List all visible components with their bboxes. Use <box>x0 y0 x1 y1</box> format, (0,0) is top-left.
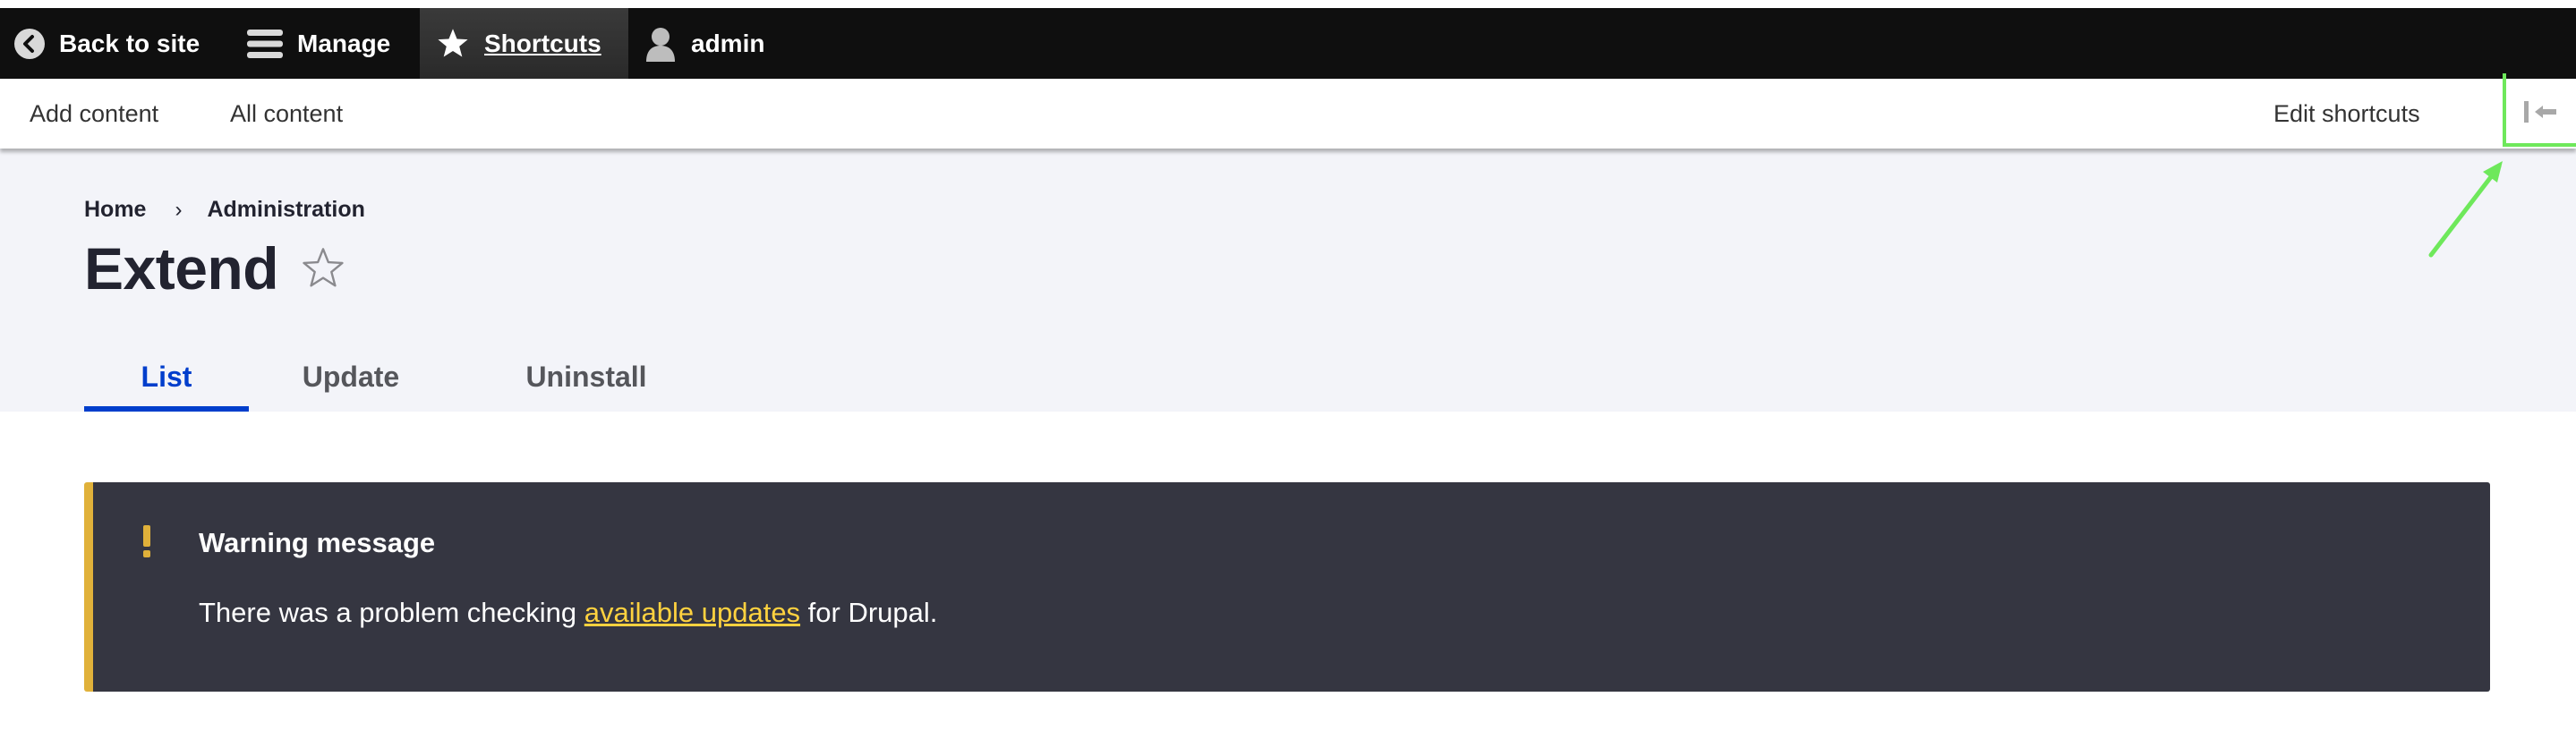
chevron-left-circle-icon <box>14 28 45 59</box>
user-icon <box>644 26 677 62</box>
back-to-site-link[interactable]: Back to site <box>14 8 200 79</box>
add-content-link[interactable]: Add content <box>30 79 158 149</box>
available-updates-link[interactable]: available updates <box>584 597 800 628</box>
warning-text-before: There was a problem checking <box>199 597 584 628</box>
star-icon <box>436 28 470 60</box>
warning-message-text: There was a problem checking available u… <box>199 597 937 629</box>
tab-list[interactable]: List <box>84 342 249 412</box>
tab-uninstall[interactable]: Uninstall <box>490 342 682 412</box>
admin-toolbar: Back to site Manage Shortcuts admin <box>0 0 2576 79</box>
page-header: Home › Administration Extend List Update… <box>0 149 2576 412</box>
hamburger-menu-icon <box>247 28 283 60</box>
warning-message-title: Warning message <box>199 527 436 558</box>
manage-label: Manage <box>297 29 391 57</box>
all-content-link[interactable]: All content <box>230 79 343 149</box>
collapse-tray-icon <box>2522 98 2560 130</box>
manage-menu-button[interactable]: Manage <box>247 8 390 79</box>
edit-shortcuts-link[interactable]: Edit shortcuts <box>2273 79 2420 149</box>
tab-update[interactable]: Update <box>274 342 428 412</box>
page-title: Extend <box>84 235 279 302</box>
warning-text-after: for Drupal. <box>800 597 938 628</box>
shortcuts-tab[interactable]: Shortcuts <box>420 8 628 79</box>
shortcuts-label: Shortcuts <box>484 29 601 57</box>
breadcrumb-separator: › <box>175 197 183 222</box>
warning-message: Warning message There was a problem chec… <box>84 482 2490 692</box>
breadcrumb: Home › Administration <box>84 197 365 223</box>
breadcrumb-administration[interactable]: Administration <box>207 197 364 223</box>
toolbar-top-strip <box>0 0 2576 8</box>
add-shortcut-star-icon[interactable] <box>300 246 346 291</box>
shortcuts-tray: Add content All content Edit shortcuts <box>0 79 2576 149</box>
user-label: admin <box>691 29 765 57</box>
title-row: Extend <box>84 234 346 302</box>
user-menu-button[interactable]: admin <box>644 8 764 79</box>
breadcrumb-home[interactable]: Home <box>84 197 146 223</box>
tray-orientation-toggle[interactable] <box>2506 79 2576 149</box>
exclamation-icon <box>143 525 150 557</box>
back-to-site-label: Back to site <box>59 29 200 57</box>
